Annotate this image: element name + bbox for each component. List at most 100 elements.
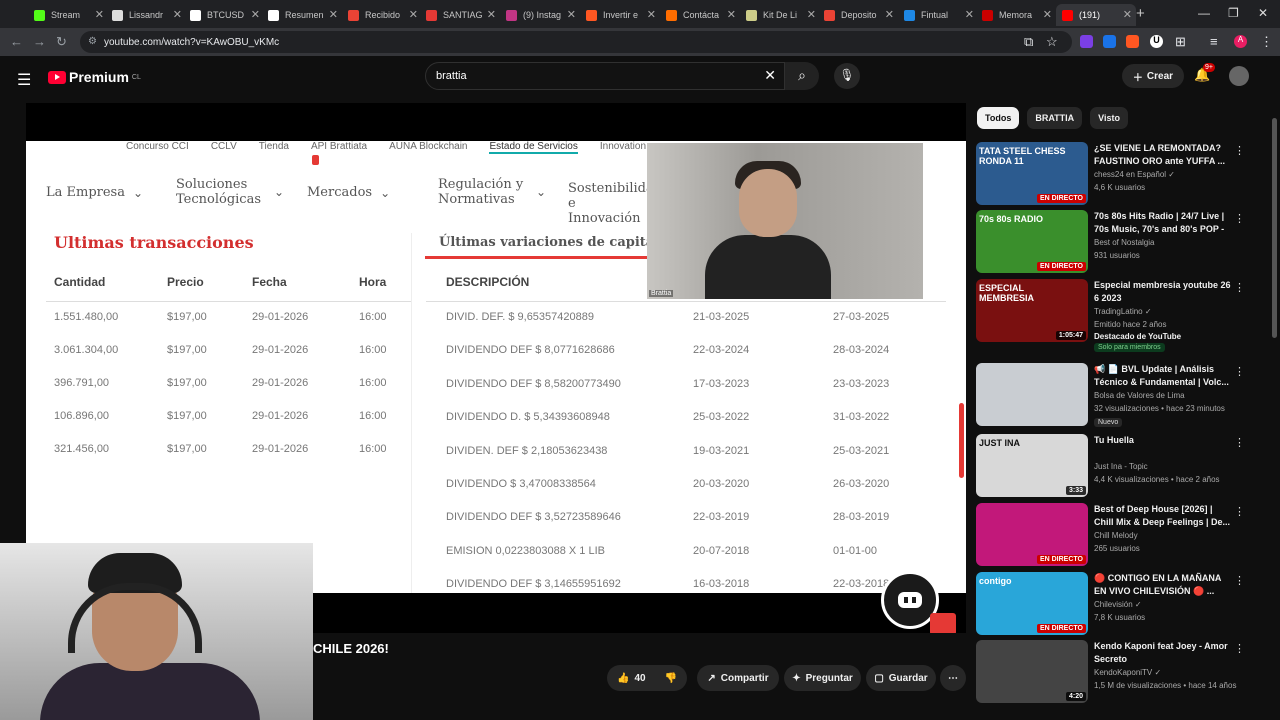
channel-name[interactable]: KendoKaponiTV ✓: [1094, 668, 1161, 677]
video-title[interactable]: Especial membresia youtube 26 6 2023: [1094, 279, 1234, 305]
ublock-icon[interactable]: U: [1150, 35, 1163, 48]
dislike-icon[interactable]: 👎: [665, 673, 677, 684]
close-tab-icon[interactable]: ✕: [885, 8, 894, 21]
browser-tab[interactable]: Lissandr ✕: [106, 4, 186, 26]
recommended-video[interactable]: JUST INA 3:33 Tu Huella Just Ina - Topic 4,4…: [976, 434, 1266, 498]
video-thumbnail[interactable]: 70s 80s RADIO EN DIRECTO: [976, 210, 1088, 273]
browser-tab[interactable]: Deposito ✕: [818, 4, 898, 26]
close-tab-icon[interactable]: ✕: [409, 8, 418, 21]
maximize-icon[interactable]: ❐: [1228, 6, 1239, 20]
reading-list-icon[interactable]: ≡: [1210, 34, 1218, 49]
profile-avatar[interactable]: A: [1234, 35, 1247, 48]
more-options-icon[interactable]: ⋮: [1234, 574, 1245, 587]
close-tab-icon[interactable]: ✕: [329, 8, 338, 21]
top-menu-item[interactable]: Estado de Servicios: [489, 141, 578, 154]
video-thumbnail[interactable]: [976, 363, 1088, 426]
channel-name[interactable]: Just Ina - Topic: [1094, 462, 1148, 471]
channel-name[interactable]: TradingLatino ✓: [1094, 307, 1152, 316]
channel-name[interactable]: Chill Melody: [1094, 531, 1138, 540]
more-options-icon[interactable]: ⋮: [1234, 436, 1245, 449]
ask-button[interactable]: ✦ Preguntar: [784, 665, 861, 691]
more-options-icon[interactable]: ⋮: [1234, 281, 1245, 294]
share-button[interactable]: ↗ Compartir: [697, 665, 779, 691]
top-menu-item[interactable]: Concurso CCI: [126, 141, 189, 154]
channel-name[interactable]: Best of Nostalgia: [1094, 238, 1154, 247]
filter-chip[interactable]: Todos: [977, 107, 1020, 129]
close-tab-icon[interactable]: ✕: [173, 8, 182, 21]
like-dislike-button[interactable]: 👍 40 👎: [607, 665, 687, 691]
top-menu-item[interactable]: CCLV: [211, 141, 237, 154]
close-tab-icon[interactable]: ✕: [567, 8, 576, 21]
close-tab-icon[interactable]: ✕: [807, 8, 816, 21]
more-options-icon[interactable]: ⋮: [1234, 505, 1245, 518]
top-menu-item[interactable]: Innovation: [600, 141, 646, 154]
reload-icon[interactable]: ↻: [56, 34, 67, 50]
video-title[interactable]: Kendo Kaponi feat Joey - Amor Secreto: [1094, 640, 1234, 666]
recommended-video[interactable]: 70s 80s RADIO EN DIRECTO 70s 80s Hits Radi…: [976, 210, 1266, 274]
filter-chip[interactable]: Visto: [1090, 107, 1128, 129]
recommended-video[interactable]: TATA STEEL CHESS RONDA 11 EN DIRECTO ¿SE V…: [976, 142, 1266, 206]
new-tab-button[interactable]: +: [1136, 5, 1145, 22]
video-title[interactable]: Best of Deep House [2026] | Chill Mix & …: [1094, 503, 1234, 529]
bookmark-star-icon[interactable]: ☆: [1046, 34, 1058, 50]
more-options-icon[interactable]: ⋮: [1234, 365, 1245, 378]
search-input[interactable]: brattia ✕: [425, 62, 785, 90]
close-tab-icon[interactable]: ✕: [95, 8, 104, 21]
voice-search-button[interactable]: 🎙: [834, 63, 860, 89]
clear-search-icon[interactable]: ✕: [764, 67, 776, 84]
recommended-video[interactable]: contigo EN DIRECTO 🔴 CONTIGO EN LA MAÑANA …: [976, 572, 1266, 636]
hamburger-menu-icon[interactable]: ☰: [17, 70, 31, 90]
channel-name[interactable]: chess24 en Español ✓: [1094, 170, 1175, 179]
back-icon[interactable]: ←: [10, 34, 23, 49]
close-window-icon[interactable]: ✕: [1258, 6, 1268, 20]
minimize-icon[interactable]: —: [1198, 6, 1210, 20]
recommended-video[interactable]: 📢 📄 BVL Update | Análisis Técnico & Fund…: [976, 363, 1266, 427]
video-title[interactable]: 🔴 CONTIGO EN LA MAÑANA EN VIVO CHILEVISI…: [1094, 572, 1234, 598]
more-options-icon[interactable]: ⋮: [1234, 144, 1245, 157]
browser-tab[interactable]: Recibido ✕: [342, 4, 422, 26]
top-menu-item[interactable]: API Brattiata: [311, 141, 367, 154]
extensions-puzzle-icon[interactable]: ⊞: [1175, 34, 1186, 50]
forward-icon[interactable]: →: [33, 34, 46, 49]
sidebar-scrollbar[interactable]: [1272, 118, 1277, 338]
nav-item[interactable]: La Empresa ⌄: [46, 185, 143, 200]
video-thumbnail[interactable]: JUST INA 3:33: [976, 434, 1088, 497]
like-icon[interactable]: 👍: [617, 673, 629, 684]
top-menu-item[interactable]: Tienda: [259, 141, 289, 154]
browser-tab[interactable]: Resumen ✕: [262, 4, 342, 26]
cast-icon[interactable]: ⧉: [1024, 34, 1033, 50]
close-tab-icon[interactable]: ✕: [727, 8, 736, 21]
video-title[interactable]: Tu Huella: [1094, 434, 1234, 447]
channel-name[interactable]: Chilevisión ✓: [1094, 600, 1142, 609]
video-title[interactable]: 📢 📄 BVL Update | Análisis Técnico & Fund…: [1094, 363, 1234, 389]
browser-tab[interactable]: (191) ✕: [1056, 4, 1136, 26]
close-tab-icon[interactable]: ✕: [251, 8, 260, 21]
top-menu-item[interactable]: AUNA Blockchain: [389, 141, 467, 154]
search-button[interactable]: ⌕: [785, 62, 819, 90]
browser-tab[interactable]: Fintual ✕: [898, 4, 978, 26]
account-avatar[interactable]: [1229, 66, 1249, 86]
extension-icon[interactable]: [1080, 35, 1093, 48]
browser-tab[interactable]: Memora ✕: [976, 4, 1056, 26]
video-thumbnail[interactable]: contigo EN DIRECTO: [976, 572, 1088, 635]
close-tab-icon[interactable]: ✕: [965, 8, 974, 21]
url-field[interactable]: ⚙ youtube.com/watch?v=KAwOBU_vKMc: [80, 31, 1072, 53]
extension-icon[interactable]: [1103, 35, 1116, 48]
channel-name[interactable]: Bolsa de Valores de Lima: [1094, 391, 1185, 400]
browser-tab[interactable]: (9) Instag ✕: [500, 4, 580, 26]
browser-tab[interactable]: Stream ✕: [28, 4, 108, 26]
recommended-video[interactable]: 4:20 Kendo Kaponi feat Joey - Amor Secret…: [976, 640, 1266, 704]
youtube-premium-logo[interactable]: Premium CL: [48, 69, 141, 85]
recommended-video[interactable]: EN DIRECTO Best of Deep House [2026] | Ch…: [976, 503, 1266, 567]
site-info-icon[interactable]: ⚙: [88, 36, 97, 47]
create-button[interactable]: ＋ Crear: [1122, 64, 1184, 88]
browser-tab[interactable]: Contácta ✕: [660, 4, 740, 26]
video-thumbnail[interactable]: 4:20: [976, 640, 1088, 703]
close-tab-icon[interactable]: ✕: [1043, 8, 1052, 21]
close-tab-icon[interactable]: ✕: [1123, 8, 1132, 21]
more-actions-button[interactable]: ⋯: [940, 665, 966, 691]
video-title[interactable]: 70s 80s Hits Radio | 24/7 Live | 70s Mus…: [1094, 210, 1234, 237]
extension-icon[interactable]: [1126, 35, 1139, 48]
browser-menu-icon[interactable]: ⋮: [1260, 34, 1273, 50]
video-title[interactable]: ¿SE VIENE LA REMONTADA? FAUSTINO ORO ant…: [1094, 142, 1234, 168]
